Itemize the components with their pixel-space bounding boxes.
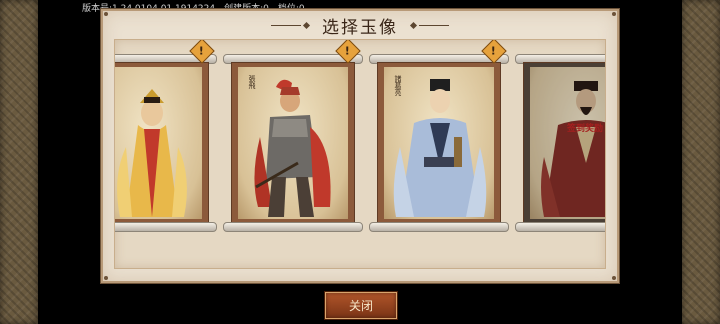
portrait-painting-1 xyxy=(115,67,202,219)
portrait-carousel[interactable]: ! 張飛 ! 諸葛亮 ! 签到奖励 xyxy=(114,39,606,269)
scroll-frame: 張飛 xyxy=(231,62,355,224)
portrait-card-4[interactable]: 签到奖励 xyxy=(515,54,605,232)
scroll-rod-bottom xyxy=(515,222,605,232)
portrait-calligraphy: 諸葛亮 xyxy=(394,75,402,96)
right-border-decoration xyxy=(682,0,720,324)
portrait-card-1[interactable]: ! xyxy=(115,40,217,232)
scroll-frame: 签到奖励 xyxy=(523,62,605,224)
portrait-card-2[interactable]: 張飛 ! xyxy=(223,40,363,232)
sign-in-reward-label: 签到奖励 xyxy=(566,124,603,134)
corner-ornament xyxy=(612,276,616,280)
portrait-painting-4: 签到奖励 xyxy=(530,67,605,219)
scroll-frame: 諸葛亮 xyxy=(377,62,501,224)
close-button[interactable]: 关闭 xyxy=(325,292,397,319)
scroll-rod-bottom xyxy=(115,222,217,232)
title-ornament-left xyxy=(271,21,312,29)
scroll-rod-bottom xyxy=(223,222,363,232)
corner-ornament xyxy=(104,276,108,280)
portrait-painting-3: 諸葛亮 xyxy=(384,67,494,219)
portrait-card-3[interactable]: 諸葛亮 ! xyxy=(369,40,509,232)
dialog-title-bar: 选择玉像 xyxy=(103,13,617,38)
title-ornament-right xyxy=(408,21,449,29)
scroll-frame xyxy=(115,62,209,224)
left-border-decoration xyxy=(0,0,38,324)
portrait-calligraphy: 張飛 xyxy=(248,75,256,89)
select-jade-statue-dialog: 选择玉像 ! 張飛 ! 諸葛亮 ! 签到奖励 xyxy=(101,9,619,283)
dialog-title: 选择玉像 xyxy=(322,17,398,38)
scroll-rod-bottom xyxy=(369,222,509,232)
portrait-painting-2: 張飛 xyxy=(238,67,348,219)
